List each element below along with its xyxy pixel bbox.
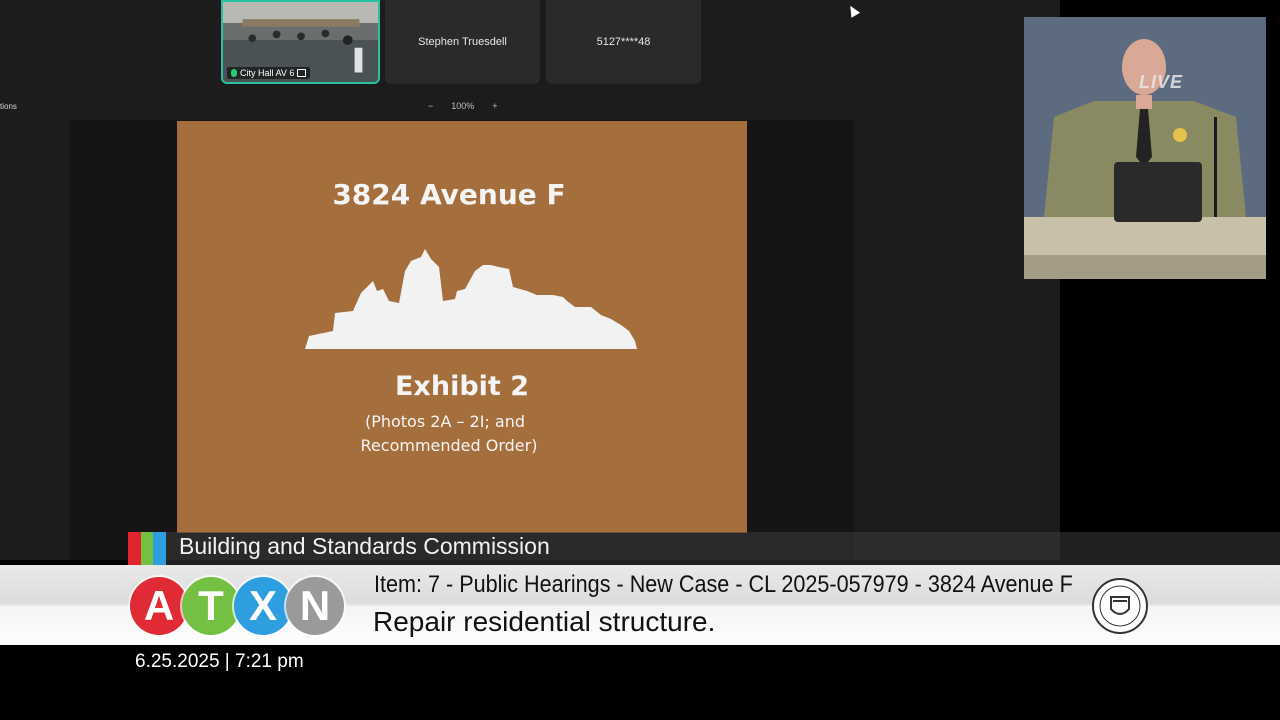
screen-icon xyxy=(297,69,307,77)
city-seal-icon xyxy=(1092,578,1148,634)
item-description: Repair residential structure. xyxy=(373,606,716,637)
zoom-out-button[interactable]: − xyxy=(428,101,433,111)
slide-exhibit: Exhibit 2 xyxy=(394,371,529,402)
agenda-item: Item: 7 - Public Hearings - New Case - C… xyxy=(374,571,1073,598)
slide-subtitle-line1: (Photos 2A – 2I; and xyxy=(364,412,526,431)
slide-subtitle-line2: Recommended Order) xyxy=(360,436,538,455)
zoom-in-button[interactable]: + xyxy=(492,101,497,111)
slide-title: 3824 Avenue F xyxy=(332,178,566,211)
participant-name: Stephen Truesdell xyxy=(418,36,507,48)
broadcast-timestamp: 6.25.2025 | 7:21 pm xyxy=(135,651,304,672)
city-skyline-graphic xyxy=(305,249,637,349)
speaker-video xyxy=(1024,17,1266,279)
logo-letter-n: N xyxy=(286,577,344,635)
logo-letter-x: X xyxy=(234,577,292,635)
stripe-red xyxy=(128,532,141,565)
color-stripes xyxy=(128,532,167,565)
participant-tile-city-hall[interactable]: City Hall AV 6 xyxy=(221,0,380,84)
zoom-controls: − 100% + xyxy=(428,101,498,111)
tile-caption: City Hall AV 6 xyxy=(227,67,311,79)
commission-name: Building and Standards Commission xyxy=(179,533,550,559)
atxn-logo: A T X N xyxy=(130,577,344,635)
mic-icon xyxy=(231,69,237,77)
live-camera-feed xyxy=(1024,17,1266,279)
stripe-green xyxy=(140,532,154,565)
logo-letter-t: T xyxy=(182,577,240,635)
stripe-blue xyxy=(153,532,167,565)
logo-letter-a: A xyxy=(130,577,188,635)
participant-tile-phone[interactable]: 5127****48 xyxy=(546,0,701,84)
presentation-slide: 3824 Avenue F Exhibit 2 (Photos 2A – 2I;… xyxy=(177,121,747,533)
sidebar-label: tions xyxy=(0,102,17,111)
participant-tile-stephen[interactable]: Stephen Truesdell xyxy=(385,0,540,84)
participant-name: 5127****48 xyxy=(596,36,651,48)
live-badge: LIVE xyxy=(1139,72,1184,92)
zoom-level: 100% xyxy=(451,101,475,111)
tile-caption-text: City Hall AV 6 xyxy=(240,68,295,78)
